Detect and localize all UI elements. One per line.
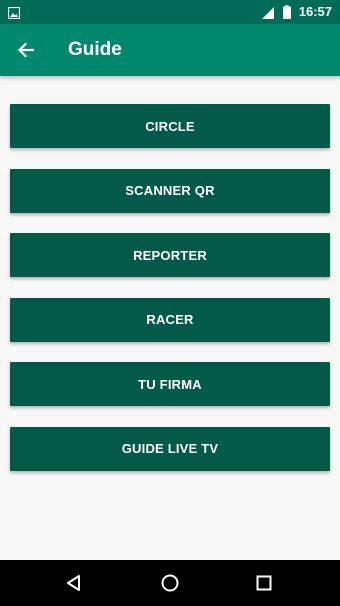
guide-live-tv-button[interactable]: GUIDE LIVE TV bbox=[10, 426, 330, 471]
navigation-bar bbox=[0, 560, 340, 606]
guide-menu: CIRCLE SCANNER QR REPORTER RACER TU FIRM… bbox=[10, 104, 330, 491]
recents-square-icon[interactable] bbox=[254, 573, 274, 593]
back-triangle-icon[interactable] bbox=[64, 573, 84, 593]
circle-button[interactable]: CIRCLE bbox=[10, 104, 330, 148]
reporter-button[interactable]: REPORTER bbox=[10, 233, 330, 277]
scanner-qr-button[interactable]: SCANNER QR bbox=[10, 168, 330, 213]
tu-firma-button[interactable]: TU FIRMA bbox=[10, 362, 330, 406]
signal-icon bbox=[262, 6, 274, 19]
app-bar: Guide bbox=[0, 24, 340, 76]
racer-button[interactable]: RACER bbox=[10, 297, 330, 342]
status-clock: 16:57 bbox=[298, 4, 332, 19]
status-bar: 16:57 bbox=[0, 0, 340, 24]
arrow-left-icon[interactable] bbox=[16, 40, 36, 60]
home-circle-icon[interactable] bbox=[160, 573, 180, 593]
battery-icon bbox=[283, 5, 291, 19]
gallery-icon bbox=[7, 6, 21, 20]
page-title: Guide bbox=[68, 39, 122, 60]
